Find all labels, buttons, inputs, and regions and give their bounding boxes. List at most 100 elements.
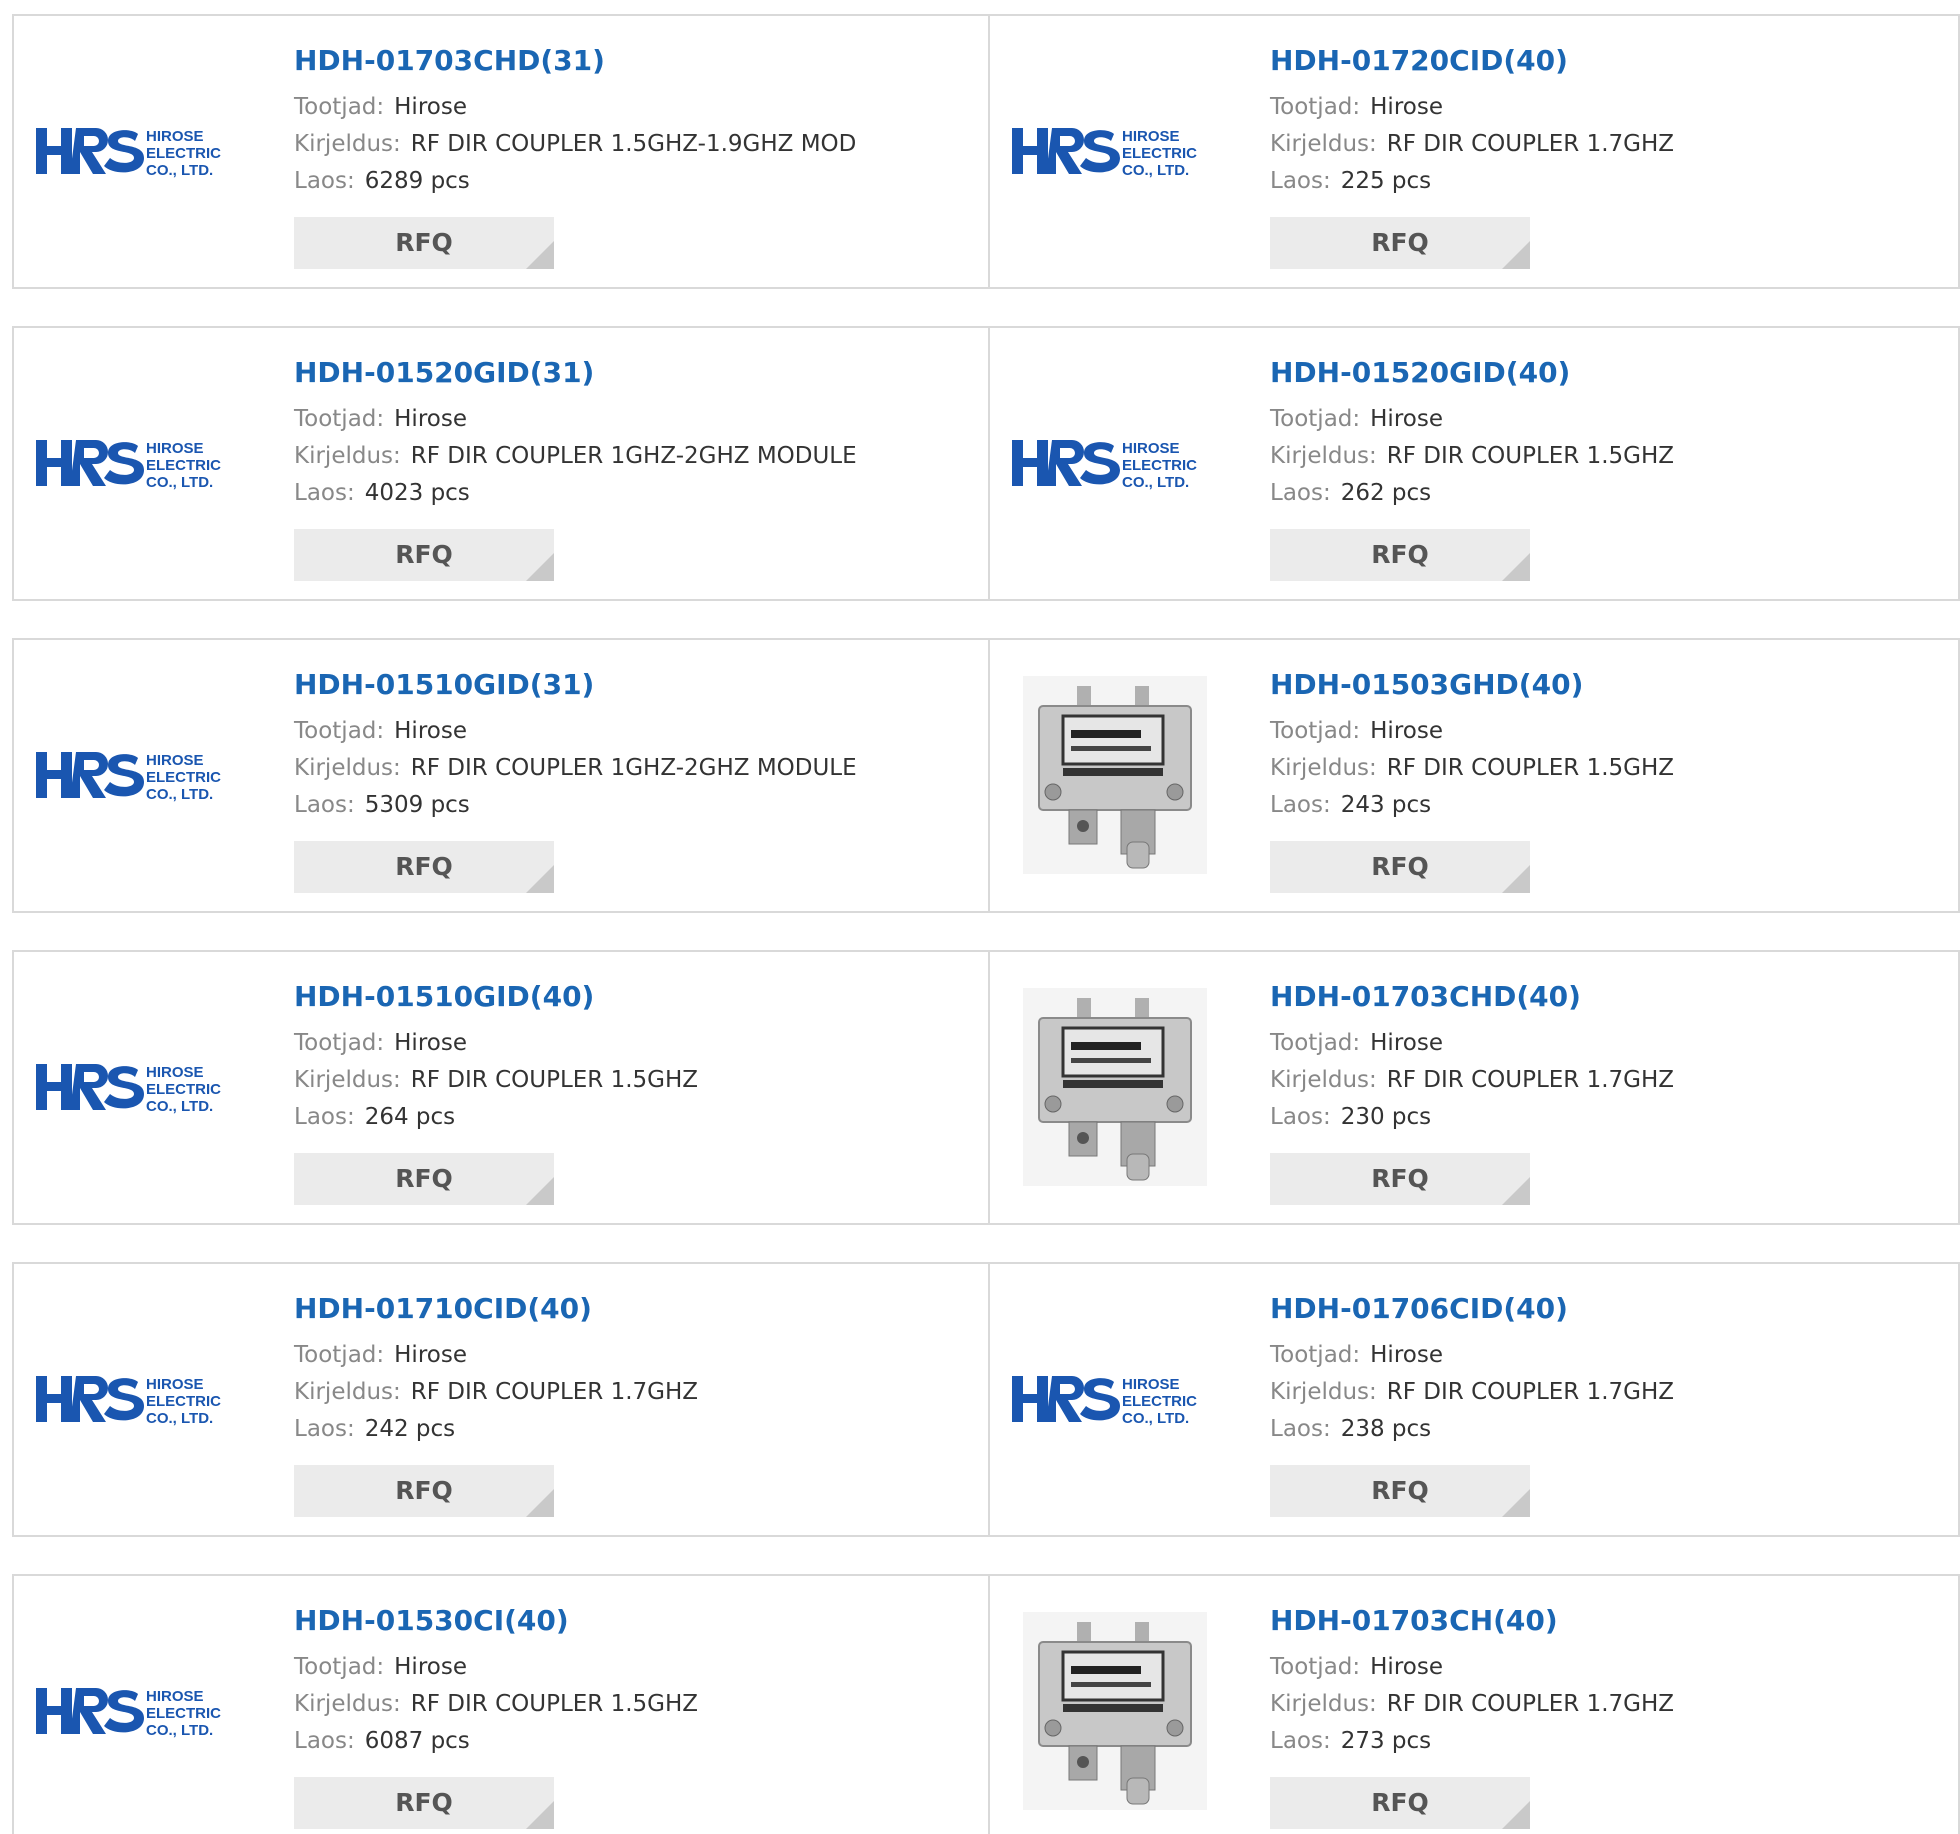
manufacturer-label: Tootjad:	[1270, 718, 1361, 744]
product-image[interactable]: HIROSE ELECTRIC CO., LTD.	[1010, 358, 1220, 568]
manufacturer-value: Hirose	[394, 1654, 467, 1680]
description-value: RF DIR COUPLER 1.7GHZ	[1386, 1067, 1675, 1093]
product-title-link[interactable]: HDH-01520GID(40)	[1270, 356, 1674, 390]
manufacturer-value: Hirose	[394, 94, 467, 120]
stock-row: Laos: 264 pcs	[294, 1099, 698, 1136]
description-value: RF DIR COUPLER 1GHZ-2GHZ MODULE	[410, 443, 857, 469]
corner-triangle-icon	[526, 241, 554, 269]
corner-triangle-icon	[526, 1801, 554, 1829]
product-image[interactable]: HIROSE ELECTRIC CO., LTD.	[34, 670, 244, 880]
corner-triangle-icon	[1502, 1177, 1530, 1205]
product-title-link[interactable]: HDH-01706CID(40)	[1270, 1292, 1674, 1326]
product-row: HIROSE ELECTRIC CO., LTD. HDH-01510GID(4…	[12, 950, 1960, 1225]
product-info: HDH-01503GHD(40) Tootjad: Hirose Kirjeldus:…	[1270, 668, 1674, 824]
product-info: HDH-01530CI(40) Tootjad: Hirose Kirjeldus: R…	[294, 1604, 698, 1760]
product-row: HIROSE ELECTRIC CO., LTD. HDH-01710CID(4…	[12, 1262, 1960, 1537]
manufacturer-row: Tootjad: Hirose	[294, 1337, 698, 1374]
product-image[interactable]: HIROSE ELECTRIC CO., LTD.	[34, 46, 244, 256]
stock-label: Laos:	[1270, 792, 1331, 818]
rfq-button[interactable]: RFQ	[294, 529, 554, 581]
product-info: HDH-01706CID(40) Tootjad: Hirose Kirjeldus:…	[1270, 1292, 1674, 1448]
product-image[interactable]	[1010, 982, 1220, 1192]
product-image[interactable]: HIROSE ELECTRIC CO., LTD.	[34, 1606, 244, 1816]
description-value: RF DIR COUPLER 1.5GHZ	[410, 1691, 699, 1717]
logo-line1: HIROSE	[146, 440, 204, 457]
manufacturer-row: Tootjad: Hirose	[1270, 401, 1674, 438]
product-title-link[interactable]: HDH-01703CHD(40)	[1270, 980, 1674, 1014]
manufacturer-value: Hirose	[1370, 406, 1443, 432]
stock-label: Laos:	[1270, 1104, 1331, 1130]
description-row: Kirjeldus: RF DIR COUPLER 1.7GHZ	[1270, 126, 1674, 163]
description-label: Kirjeldus:	[1270, 1379, 1377, 1405]
stock-value: 225 pcs	[1340, 168, 1432, 194]
product-title-link[interactable]: HDH-01720CID(40)	[1270, 44, 1674, 78]
rfq-label: RFQ	[1371, 1788, 1429, 1817]
corner-triangle-icon	[1502, 241, 1530, 269]
product-title-link[interactable]: HDH-01703CHD(31)	[294, 44, 856, 78]
rfq-button[interactable]: RFQ	[294, 1465, 554, 1517]
stock-label: Laos:	[1270, 1416, 1331, 1442]
logo-line2: ELECTRIC	[1122, 1393, 1197, 1410]
stock-row: Laos: 6087 pcs	[294, 1723, 698, 1760]
hirose-logo: HIROSE ELECTRIC CO., LTD.	[36, 1376, 221, 1427]
product-title-link[interactable]: HDH-01530CI(40)	[294, 1604, 698, 1638]
rfq-button[interactable]: RFQ	[1270, 1777, 1530, 1829]
description-value: RF DIR COUPLER 1.5GHZ	[1386, 755, 1675, 781]
product-image[interactable]: HIROSE ELECTRIC CO., LTD.	[34, 1294, 244, 1504]
corner-triangle-icon	[1502, 1489, 1530, 1517]
rfq-label: RFQ	[395, 1164, 453, 1193]
product-title-link[interactable]: HDH-01510GID(31)	[294, 668, 857, 702]
product-title-link[interactable]: HDH-01703CH(40)	[1270, 1604, 1674, 1638]
stock-value: 238 pcs	[1340, 1416, 1432, 1442]
product-info: HDH-01720CID(40) Tootjad: Hirose Kirjeldus:…	[1270, 44, 1674, 200]
rfq-label: RFQ	[395, 1788, 453, 1817]
stock-label: Laos:	[1270, 1728, 1331, 1754]
hirose-logo: HIROSE ELECTRIC CO., LTD.	[36, 128, 221, 179]
rfq-button[interactable]: RFQ	[294, 1777, 554, 1829]
product-card: HIROSE ELECTRIC CO., LTD. HDH-01510GID(3…	[12, 638, 990, 913]
description-row: Kirjeldus: RF DIR COUPLER 1.5GHZ	[294, 1062, 698, 1099]
manufacturer-row: Tootjad: Hirose	[294, 713, 857, 750]
logo-line3: CO., LTD.	[146, 1722, 213, 1739]
rfq-button[interactable]: RFQ	[1270, 217, 1530, 269]
rfq-button[interactable]: RFQ	[294, 217, 554, 269]
rfq-button[interactable]: RFQ	[1270, 841, 1530, 893]
stock-value: 264 pcs	[364, 1104, 456, 1130]
corner-triangle-icon	[526, 865, 554, 893]
rfq-button[interactable]: RFQ	[1270, 529, 1530, 581]
logo-line3: CO., LTD.	[146, 162, 213, 179]
rfq-button[interactable]: RFQ	[1270, 1153, 1530, 1205]
hirose-logo: HIROSE ELECTRIC CO., LTD.	[1012, 1376, 1197, 1427]
manufacturer-value: Hirose	[394, 1030, 467, 1056]
rfq-button[interactable]: RFQ	[1270, 1465, 1530, 1517]
product-title-link[interactable]: HDH-01520GID(31)	[294, 356, 857, 390]
hirose-logo: HIROSE ELECTRIC CO., LTD.	[36, 440, 221, 491]
description-value: RF DIR COUPLER 1.5GHZ	[1386, 443, 1675, 469]
product-image[interactable]	[1010, 670, 1220, 880]
description-label: Kirjeldus:	[1270, 131, 1377, 157]
corner-triangle-icon	[1502, 553, 1530, 581]
manufacturer-row: Tootjad: Hirose	[294, 1025, 698, 1062]
manufacturer-value: Hirose	[1370, 1030, 1443, 1056]
product-image[interactable]: HIROSE ELECTRIC CO., LTD.	[34, 982, 244, 1192]
product-image[interactable]: HIROSE ELECTRIC CO., LTD.	[34, 358, 244, 568]
logo-line1: HIROSE	[1122, 128, 1180, 145]
description-label: Kirjeldus:	[294, 1379, 401, 1405]
stock-row: Laos: 4023 pcs	[294, 475, 857, 512]
logo-line1: HIROSE	[1122, 1376, 1180, 1393]
rfq-button[interactable]: RFQ	[294, 1153, 554, 1205]
logo-line1: HIROSE	[1122, 440, 1180, 457]
logo-line1: HIROSE	[146, 752, 204, 769]
manufacturer-value: Hirose	[394, 406, 467, 432]
product-title-link[interactable]: HDH-01503GHD(40)	[1270, 668, 1674, 702]
rfq-button[interactable]: RFQ	[294, 841, 554, 893]
product-title-link[interactable]: HDH-01710CID(40)	[294, 1292, 698, 1326]
product-info: HDH-01703CHD(40) Tootjad: Hirose Kirjeldus:…	[1270, 980, 1674, 1136]
product-title-link[interactable]: HDH-01510GID(40)	[294, 980, 698, 1014]
product-image[interactable]: HIROSE ELECTRIC CO., LTD.	[1010, 1294, 1220, 1504]
product-card: HIROSE ELECTRIC CO., LTD. HDH-01720CID(4…	[990, 14, 1960, 289]
logo-line1: HIROSE	[146, 1064, 204, 1081]
description-label: Kirjeldus:	[1270, 443, 1377, 469]
product-image[interactable]: HIROSE ELECTRIC CO., LTD.	[1010, 46, 1220, 256]
product-image[interactable]	[1010, 1606, 1220, 1816]
